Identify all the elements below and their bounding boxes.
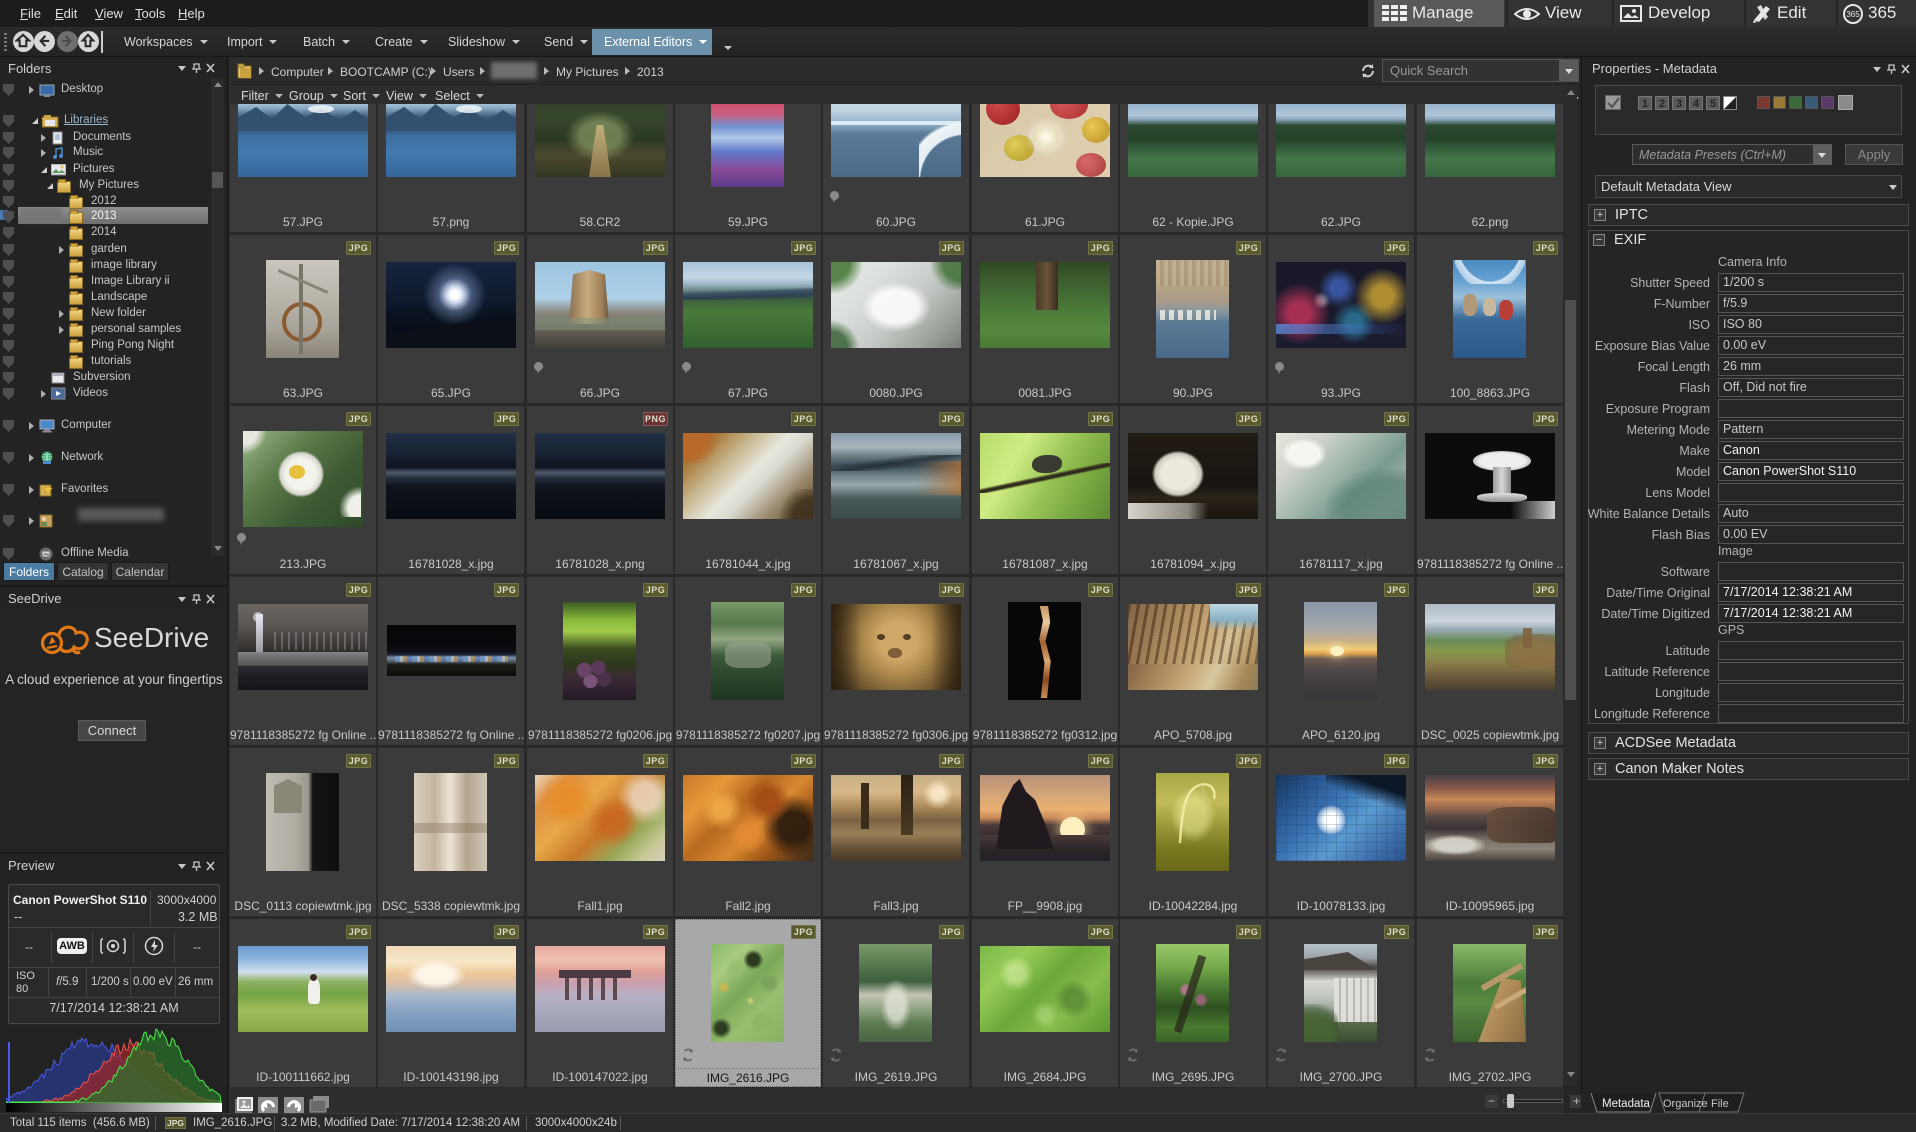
svg-text:Metadata: Metadata — [1602, 1098, 1651, 1110]
svg-text:365: 365 — [1846, 10, 1860, 19]
svg-text:File: File — [1711, 1098, 1729, 1110]
svg-text:Organize: Organize — [1663, 1098, 1708, 1110]
